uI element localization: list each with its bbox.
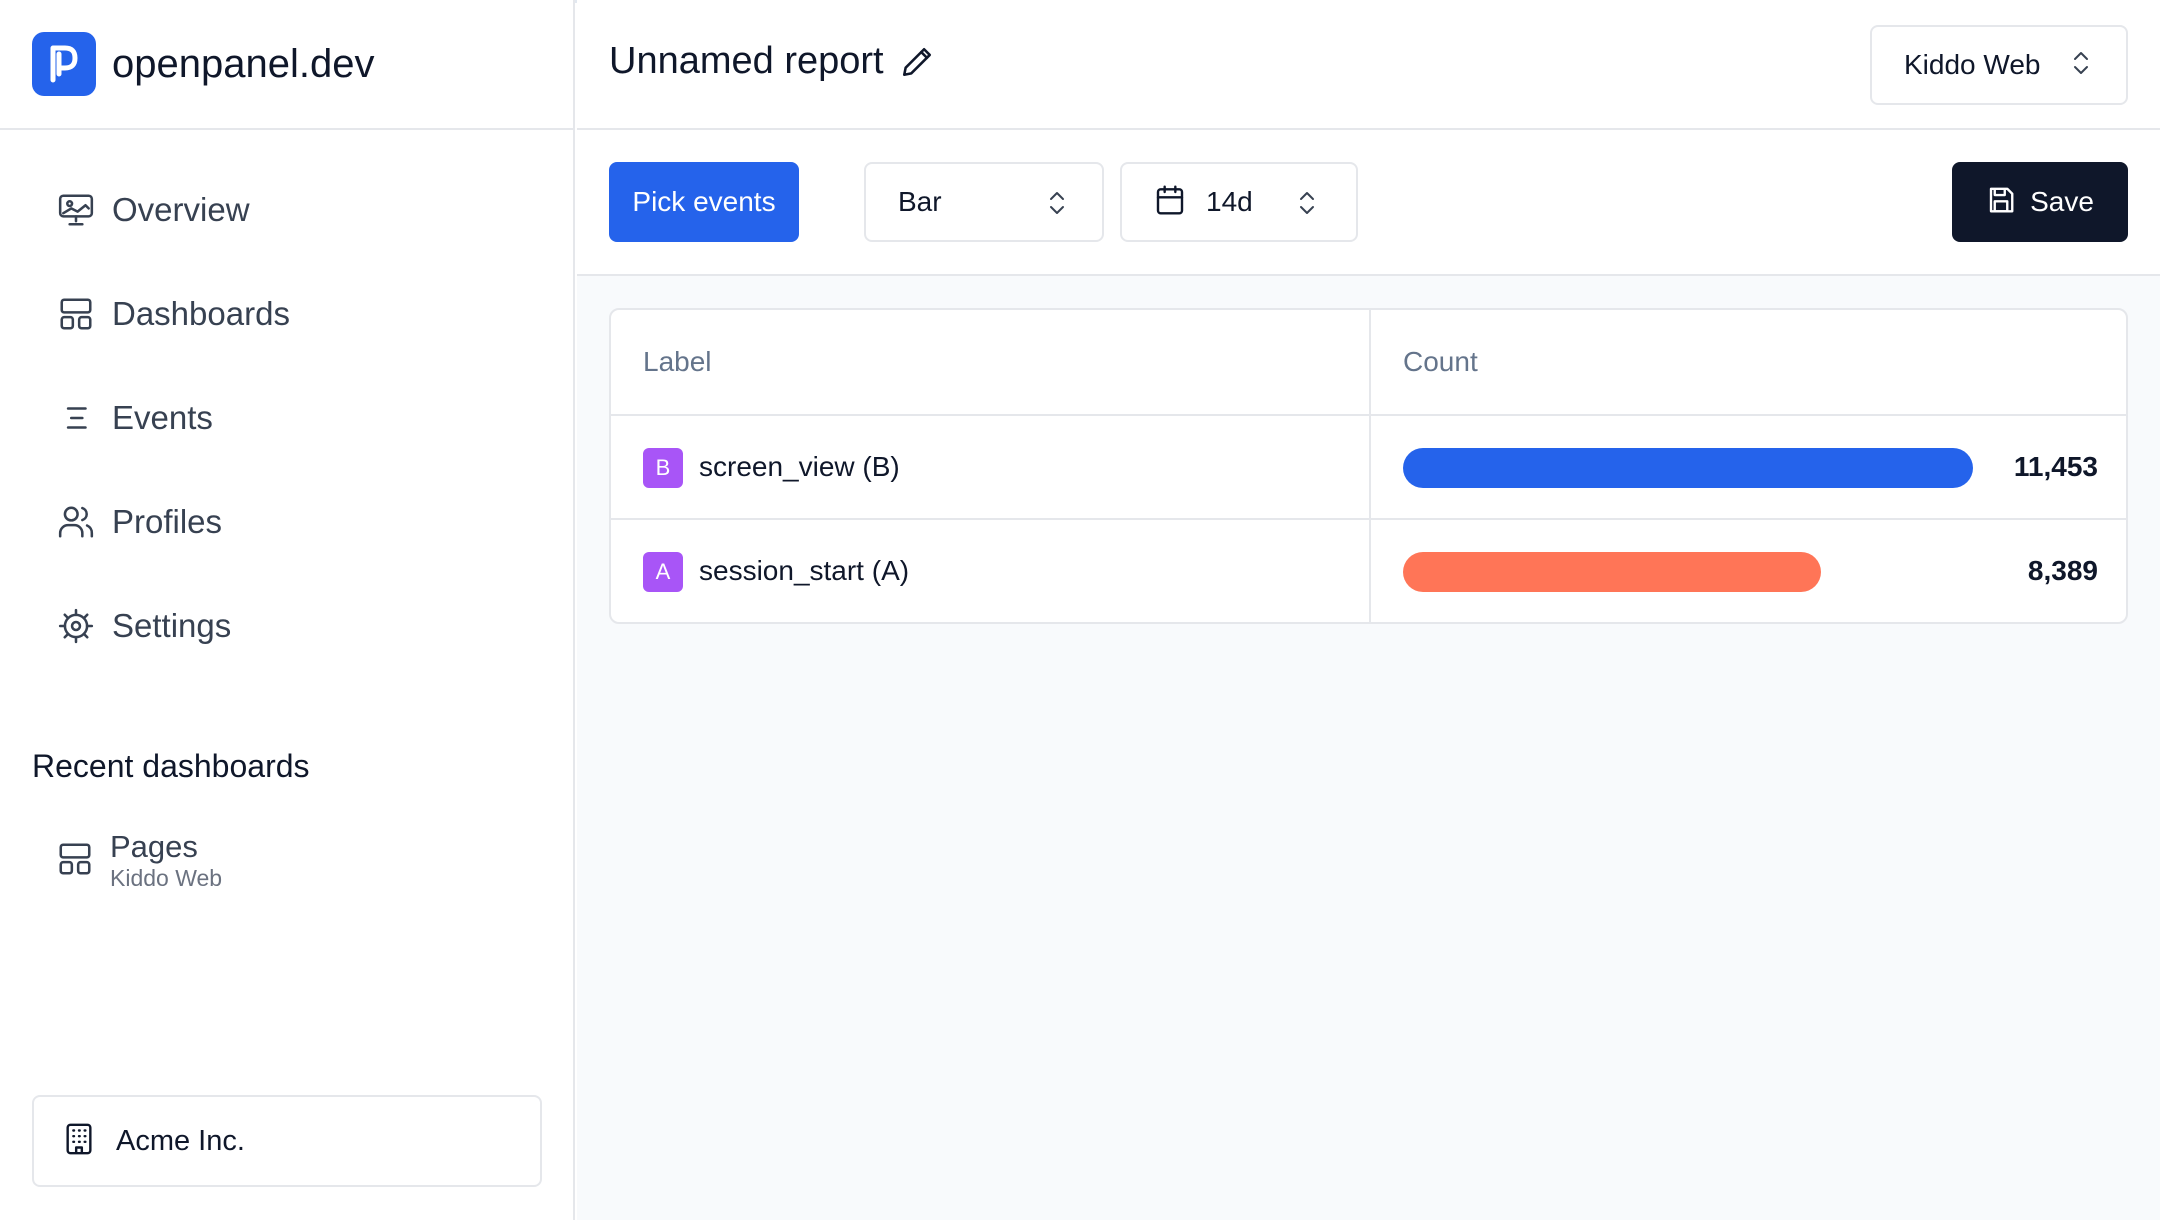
main-content: Unnamed report Kiddo Web Pick events Bar (577, 0, 2160, 1220)
series-badge: A (643, 552, 683, 592)
sidebar-item-profiles[interactable]: Profiles (0, 470, 575, 574)
report-table: Label Count B screen_view (B) 11,453 A s… (609, 308, 2128, 624)
chevrons-up-down-icon (2070, 48, 2092, 83)
table-row[interactable]: B screen_view (B) 11,453 (611, 414, 2126, 518)
date-range-value: 14d (1206, 186, 1253, 217)
save-label: Save (2030, 186, 2094, 217)
organization-name: Acme Inc. (116, 1124, 245, 1157)
report-header: Unnamed report Kiddo Web (577, 0, 2160, 130)
project-name: Kiddo Web (1904, 49, 2041, 80)
organization-switcher[interactable]: Acme Inc. (32, 1095, 542, 1187)
cog-icon (56, 606, 96, 646)
series-label: session_start (A) (699, 555, 910, 586)
brand-header[interactable]: openpanel.dev (0, 0, 575, 130)
chart-type-value: Bar (898, 186, 942, 217)
recent-dashboard-subtitle: Kiddo Web (110, 865, 223, 891)
chevrons-up-down-icon (1296, 188, 1318, 223)
calendar-icon (1154, 184, 1186, 221)
sidebar-nav: Overview Dashboards Events Profiles Sett… (0, 158, 575, 678)
sidebar-item-overview[interactable]: Overview (0, 158, 575, 262)
recent-dashboard-title: Pages (110, 829, 198, 864)
sidebar-item-label: Dashboards (112, 295, 290, 332)
save-button[interactable]: Save (1952, 162, 2128, 242)
pencil-icon[interactable] (900, 45, 934, 79)
chevrons-up-down-icon (1046, 188, 1068, 223)
sidebar-item-label: Overview (112, 191, 250, 228)
date-range-select[interactable]: 14d (1120, 162, 1358, 242)
sidebar-item-events[interactable]: Events (0, 366, 575, 470)
chart-bar (1403, 552, 1821, 592)
presentation-icon (56, 190, 96, 230)
series-count: 11,453 (2013, 451, 2098, 482)
bar-track (1403, 448, 1973, 488)
column-header-count[interactable]: Count (1403, 310, 1478, 414)
sidebar-item-label: Events (112, 399, 213, 436)
recent-dashboard-item[interactable]: Pages Kiddo Web (56, 830, 222, 892)
project-selector[interactable]: Kiddo Web (1870, 25, 2128, 105)
brand-name: openpanel.dev (112, 41, 375, 86)
bar-track (1403, 552, 1973, 592)
save-icon (1986, 185, 2016, 220)
recent-dashboards-heading: Recent dashboards (32, 748, 310, 784)
list-filter-icon (56, 398, 96, 438)
report-toolbar: Pick events Bar 14d Save (577, 130, 2160, 276)
sidebar-item-settings[interactable]: Settings (0, 574, 575, 678)
sidebar: openpanel.dev Overview Dashboards Events… (0, 0, 575, 1220)
series-label: screen_view (B) (699, 451, 900, 482)
building-icon (62, 1122, 96, 1161)
report-title-wrap: Unnamed report (609, 40, 934, 83)
chart-bar (1403, 448, 1973, 488)
layout-panel-icon (56, 840, 94, 883)
users-icon (56, 502, 96, 542)
sidebar-item-label: Profiles (112, 503, 223, 540)
series-badge: B (643, 448, 683, 488)
page-title[interactable]: Unnamed report (609, 40, 884, 83)
layout-panel-icon (56, 294, 96, 334)
pick-events-button[interactable]: Pick events (609, 162, 799, 242)
openpanel-logo-icon (32, 32, 96, 96)
sidebar-item-label: Settings (112, 607, 232, 644)
chart-type-select[interactable]: Bar (864, 162, 1104, 242)
sidebar-item-dashboards[interactable]: Dashboards (0, 262, 575, 366)
column-header-label[interactable]: Label (643, 310, 712, 414)
table-row[interactable]: A session_start (A) 8,389 (611, 518, 2126, 622)
series-count: 8,389 (2027, 555, 2098, 586)
